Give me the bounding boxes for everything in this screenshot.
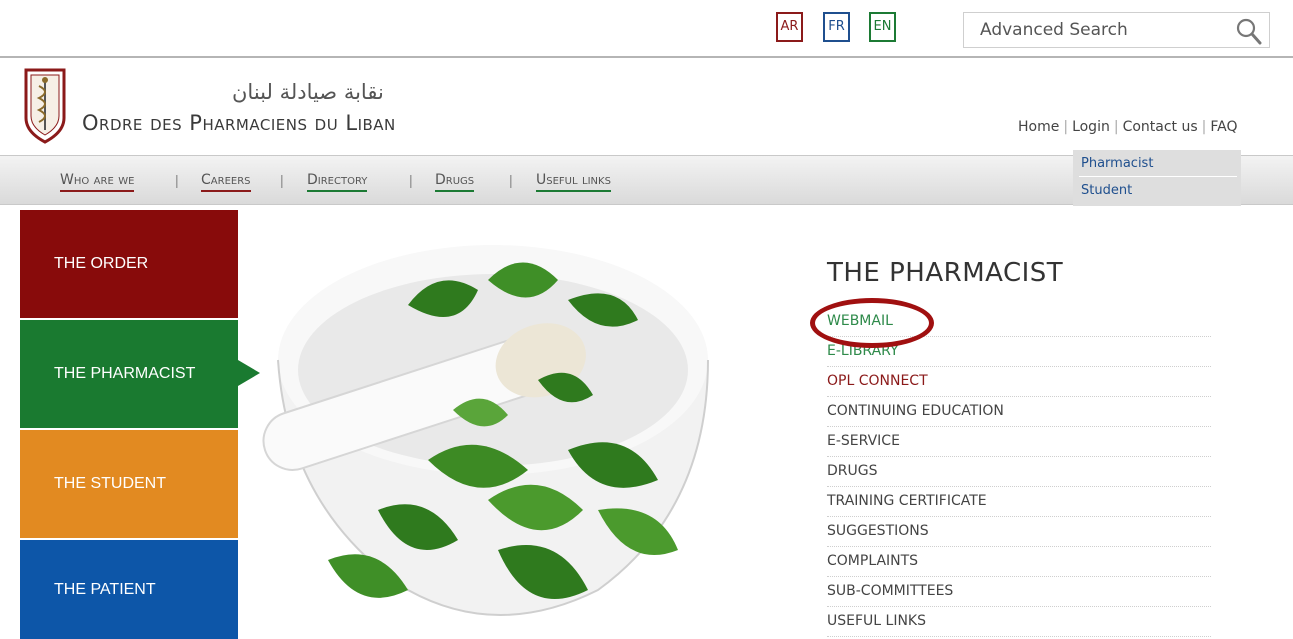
mortar-pestle-image (262, 245, 709, 616)
nav-careers[interactable]: Careers (201, 172, 251, 192)
language-ar-button[interactable]: AR (776, 12, 803, 42)
menu-link-sub-committees[interactable]: SUB-COMMITTEES (827, 577, 1211, 607)
menu-link-useful-links[interactable]: USEFUL LINKS (827, 607, 1211, 637)
menu-link-training-certificate[interactable]: TRAINING CERTIFICATE (827, 487, 1211, 517)
menu-link-e-service[interactable]: E-SERVICE (827, 427, 1211, 457)
tile-the-student[interactable]: THE STUDENT (20, 430, 238, 538)
menu-link-suggestions[interactable]: SUGGESTIONS (827, 517, 1211, 547)
section-title: THE PHARMACIST (827, 258, 1064, 288)
dropdown-item-pharmacist[interactable]: Pharmacist (1081, 156, 1153, 171)
login-dropdown: Pharmacist Student (1073, 150, 1241, 206)
menu-link-webmail[interactable]: WEBMAIL (827, 307, 1211, 337)
caduceus-crest-icon[interactable] (22, 66, 68, 144)
language-en-button[interactable]: EN (869, 12, 896, 42)
language-fr-button[interactable]: FR (823, 12, 850, 42)
contact-us-link[interactable]: Contact us (1123, 119, 1198, 135)
separator: | (1201, 119, 1207, 135)
dropdown-item-student[interactable]: Student (1081, 183, 1132, 198)
search-box (963, 12, 1270, 48)
nav-drugs[interactable]: Drugs (435, 172, 475, 192)
utility-links: Home | Login | Contact us | FAQ (1018, 119, 1238, 135)
top-divider (0, 56, 1293, 58)
nav-directory[interactable]: Directory (307, 172, 368, 192)
login-link[interactable]: Login (1072, 119, 1110, 135)
logo-french-name[interactable]: Ordre des Pharmaciens du Liban (82, 111, 396, 135)
nav-separator: | (409, 172, 413, 188)
menu-link-complaints[interactable]: COMPLAINTS (827, 547, 1211, 577)
tile-the-pharmacist[interactable]: THE PHARMACIST (20, 320, 238, 428)
search-icon[interactable] (1233, 17, 1263, 45)
home-link[interactable]: Home (1018, 119, 1059, 135)
nav-who-are-we[interactable]: Who are we (60, 172, 135, 192)
menu-link-e-library[interactable]: E-LIBRARY (827, 337, 1211, 367)
tile-the-order[interactable]: THE ORDER (20, 210, 238, 318)
separator: | (1113, 119, 1119, 135)
logo-arabic-name: نقابة صيادلة لبنان (232, 80, 384, 104)
nav-useful-links[interactable]: Useful links (536, 172, 611, 192)
nav-separator: | (280, 172, 284, 188)
tile-the-patient[interactable]: THE PATIENT (20, 540, 238, 639)
separator: | (1063, 119, 1069, 135)
menu-link-continuing-education[interactable]: CONTINUING EDUCATION (827, 397, 1211, 427)
faq-link[interactable]: FAQ (1210, 119, 1237, 135)
dropdown-divider (1079, 176, 1237, 177)
search-input[interactable] (964, 13, 1224, 47)
menu-link-drugs[interactable]: DRUGS (827, 457, 1211, 487)
menu-link-opl-connect[interactable]: OPL CONNECT (827, 367, 1211, 397)
nav-separator: | (509, 172, 513, 188)
nav-separator: | (175, 172, 179, 188)
